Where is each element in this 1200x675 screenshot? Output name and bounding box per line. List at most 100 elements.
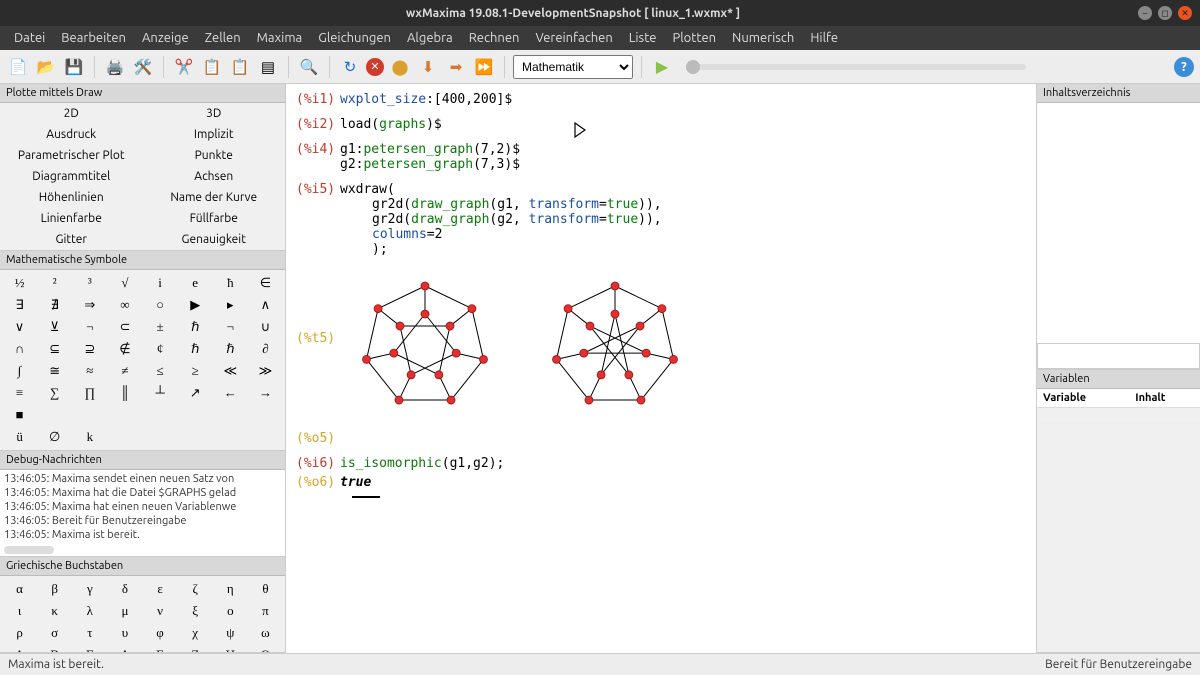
symbol-button[interactable]: ∞ xyxy=(107,294,142,316)
symbol-button[interactable] xyxy=(248,404,283,426)
cell-code[interactable]: wxdraw( gr2d(draw_graph(g1, transform=tr… xyxy=(340,182,1026,257)
minimize-button[interactable]: – xyxy=(1138,6,1152,20)
symbol-button[interactable]: ħ xyxy=(213,272,248,294)
greek-letter-button[interactable]: Η xyxy=(213,644,248,653)
symbol-button[interactable]: ¢ xyxy=(143,338,178,360)
help-icon[interactable]: ? xyxy=(1174,57,1194,77)
new-file-icon[interactable]: 📄 xyxy=(6,55,30,79)
symbol-button[interactable] xyxy=(107,426,142,448)
menu-vereinfachen[interactable]: Vereinfachen xyxy=(527,31,620,45)
eval-step-icon[interactable]: ⬇ xyxy=(416,55,440,79)
plot-implizit[interactable]: Implizit xyxy=(143,124,286,145)
symbol-button[interactable]: ← xyxy=(213,382,248,404)
close-button[interactable]: ✕ xyxy=(1178,6,1192,20)
greek-letter-button[interactable]: σ xyxy=(37,622,72,644)
open-file-icon[interactable]: 📂 xyxy=(34,55,58,79)
animation-slider[interactable] xyxy=(686,64,1026,70)
menu-maxima[interactable]: Maxima xyxy=(249,31,311,45)
plot-kurve-name[interactable]: Name der Kurve xyxy=(143,187,286,208)
greek-letter-button[interactable]: λ xyxy=(72,600,107,622)
symbol-button[interactable]: ≤ xyxy=(143,360,178,382)
symbol-button[interactable]: ½ xyxy=(2,272,37,294)
symbol-button[interactable]: ± xyxy=(143,316,178,338)
greek-letter-button[interactable]: Θ xyxy=(248,644,283,653)
paste-icon[interactable]: 📋 xyxy=(228,55,252,79)
symbol-button[interactable]: ∩ xyxy=(2,338,37,360)
symbol-button[interactable]: ∧ xyxy=(248,294,283,316)
menu-bearbeiten[interactable]: Bearbeiten xyxy=(53,31,134,45)
menu-rechnen[interactable]: Rechnen xyxy=(461,31,528,45)
maximize-button[interactable]: ◻ xyxy=(1158,6,1172,20)
menu-liste[interactable]: Liste xyxy=(621,31,665,45)
greek-letter-button[interactable]: Δ xyxy=(107,644,142,653)
greek-letter-button[interactable]: α xyxy=(2,578,37,600)
symbol-button[interactable]: ¬ xyxy=(72,316,107,338)
greek-letter-button[interactable]: π xyxy=(248,600,283,622)
symbol-button[interactable]: ≈ xyxy=(72,360,107,382)
symbol-button[interactable]: e xyxy=(178,272,213,294)
symbol-button[interactable]: ≠ xyxy=(107,360,142,382)
cut-icon[interactable]: ✂️ xyxy=(172,55,196,79)
greek-letter-button[interactable]: μ xyxy=(107,600,142,622)
greek-letter-button[interactable]: Γ xyxy=(72,644,107,653)
plot-diagrammtitel[interactable]: Diagrammtitel xyxy=(0,166,143,187)
plot-genauigkeit[interactable]: Genauigkeit xyxy=(143,229,286,250)
symbol-button[interactable]: ℏ xyxy=(178,316,213,338)
plot-ausdruck[interactable]: Ausdruck xyxy=(0,124,143,145)
symbol-button[interactable]: √ xyxy=(107,272,142,294)
save-file-icon[interactable]: 💾 xyxy=(62,55,86,79)
symbol-button[interactable]: ≫ xyxy=(248,360,283,382)
plot-punkte[interactable]: Punkte xyxy=(143,145,286,166)
symbol-button[interactable]: ┴ xyxy=(143,382,178,404)
greek-letter-button[interactable]: β xyxy=(37,578,72,600)
plot-achsen[interactable]: Achsen xyxy=(143,166,286,187)
symbol-button[interactable] xyxy=(213,426,248,448)
greek-letter-button[interactable]: ι xyxy=(2,600,37,622)
symbol-button[interactable]: ∑ xyxy=(37,382,72,404)
symbol-button[interactable]: ⊆ xyxy=(37,338,72,360)
greek-letter-button[interactable]: υ xyxy=(107,622,142,644)
symbol-button[interactable]: ∂ xyxy=(248,338,283,360)
toc-filter-input[interactable] xyxy=(1037,343,1200,369)
greek-letter-button[interactable]: Ε xyxy=(143,644,178,653)
plot-gitter[interactable]: Gitter xyxy=(0,229,143,250)
symbol-button[interactable]: ² xyxy=(37,272,72,294)
symbol-button[interactable]: ³ xyxy=(72,272,107,294)
symbol-button[interactable]: ∃ xyxy=(2,294,37,316)
print-icon[interactable]: 🖨️ xyxy=(103,55,127,79)
greek-letter-button[interactable]: τ xyxy=(72,622,107,644)
symbol-button[interactable]: ▶ xyxy=(178,294,213,316)
symbol-button[interactable] xyxy=(107,404,142,426)
greek-letter-button[interactable]: κ xyxy=(37,600,72,622)
symbol-button[interactable]: ∏ xyxy=(72,382,107,404)
symbol-button[interactable]: ▸ xyxy=(213,294,248,316)
greek-letter-button[interactable]: Β xyxy=(37,644,72,653)
cell-type-select[interactable]: Mathematik xyxy=(513,55,633,79)
worksheet[interactable]: (%i1) wxplot_size:[400,200]$ (%i2) load(… xyxy=(286,84,1036,653)
greek-letter-button[interactable]: ρ xyxy=(2,622,37,644)
symbol-button[interactable]: ■ xyxy=(2,404,37,426)
restart-icon[interactable]: ↻ xyxy=(338,55,362,79)
plot-3d[interactable]: 3D xyxy=(143,103,286,124)
menu-plotten[interactable]: Plotten xyxy=(664,31,724,45)
symbol-button[interactable]: ⇒ xyxy=(72,294,107,316)
greek-letter-button[interactable]: γ xyxy=(72,578,107,600)
greek-letter-button[interactable]: δ xyxy=(107,578,142,600)
symbol-button[interactable]: ⊻ xyxy=(37,316,72,338)
symbol-button[interactable]: ∅ xyxy=(37,426,72,448)
symbol-button[interactable] xyxy=(178,426,213,448)
menu-numerisch[interactable]: Numerisch xyxy=(724,31,802,45)
symbol-button[interactable]: ∈ xyxy=(248,272,283,294)
greek-letter-button[interactable]: Ζ xyxy=(178,644,213,653)
symbol-button[interactable]: ∪ xyxy=(248,316,283,338)
greek-letter-button[interactable]: θ xyxy=(248,578,283,600)
cell-code[interactable]: g1:petersen_graph(7,2)$ g2:petersen_grap… xyxy=(340,142,1026,172)
plot-fuellfarbe[interactable]: Füllfarbe xyxy=(143,208,286,229)
eval-all-icon[interactable]: ⏩ xyxy=(472,55,496,79)
symbol-button[interactable] xyxy=(72,404,107,426)
symbol-button[interactable]: ℏ xyxy=(213,338,248,360)
symbol-button[interactable]: ≥ xyxy=(178,360,213,382)
menu-hilfe[interactable]: Hilfe xyxy=(802,31,846,45)
menu-algebra[interactable]: Algebra xyxy=(399,31,461,45)
stop-icon[interactable]: ✕ xyxy=(366,58,384,76)
